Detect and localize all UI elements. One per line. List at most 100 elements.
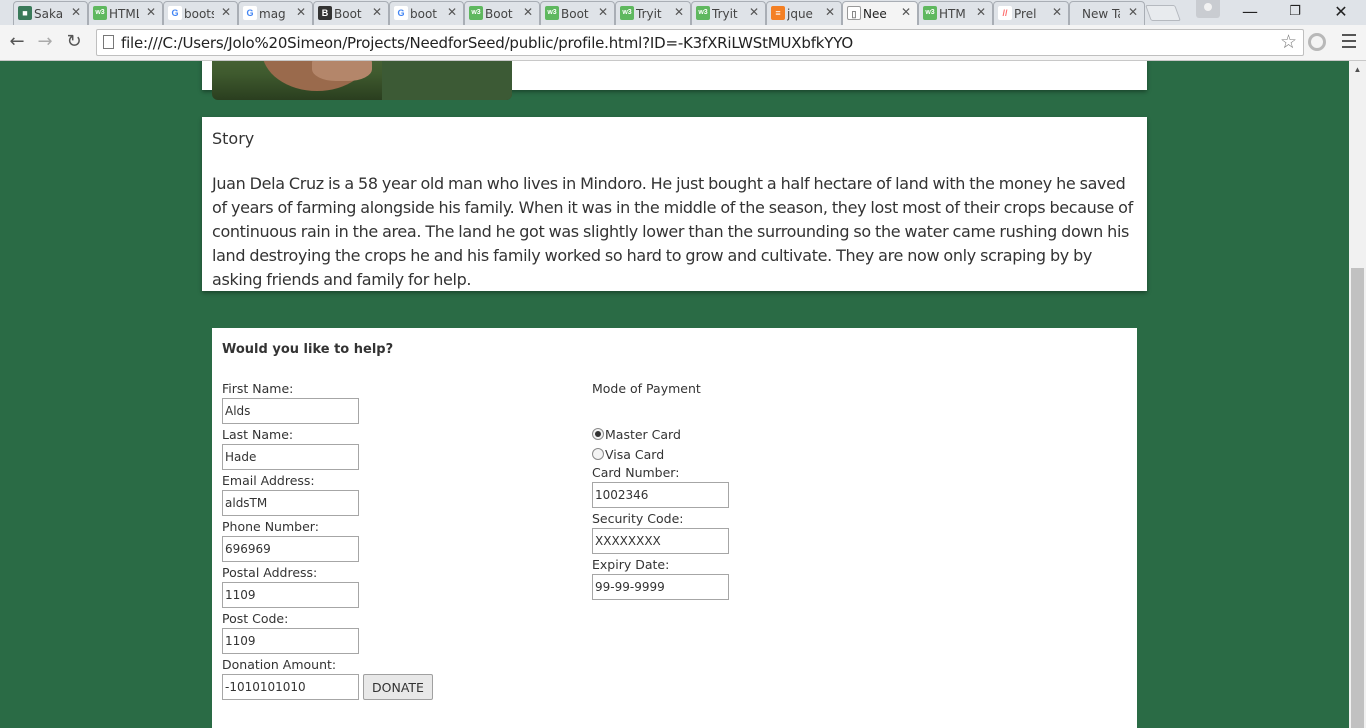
visa-option[interactable]: Visa Card — [592, 444, 892, 464]
mastercard-radio[interactable] — [592, 428, 604, 440]
close-tab-icon[interactable]: ✕ — [523, 5, 533, 19]
restore-button[interactable]: ❐ — [1272, 4, 1318, 19]
google-icon: G — [168, 6, 182, 20]
browser-tab[interactable]: G boots ✕ — [163, 1, 238, 25]
address-bar[interactable]: file:///C:/Users/Jolo%20Simeon/Projects/… — [96, 29, 1304, 56]
expiry-date-label: Expiry Date: — [592, 557, 670, 572]
browser-tab[interactable]: G mag ✕ — [238, 1, 313, 25]
close-tab-icon[interactable]: ✕ — [71, 5, 81, 19]
close-tab-icon[interactable]: ✕ — [749, 5, 759, 19]
address-url[interactable]: file:///C:/Users/Jolo%20Simeon/Projects/… — [121, 34, 853, 52]
visa-label: Visa Card — [605, 446, 665, 462]
browser-tab[interactable]: w3 Boot ✕ — [540, 1, 615, 25]
close-window-button[interactable]: ✕ — [1318, 2, 1364, 21]
browser-tab[interactable]: ■ Saka ✕ — [13, 1, 88, 25]
browser-tab[interactable]: w3 HTM ✕ — [918, 1, 993, 25]
close-tab-icon[interactable]: ✕ — [1128, 5, 1138, 19]
donation-amount-field[interactable] — [222, 674, 359, 700]
security-code-field[interactable] — [592, 528, 729, 554]
page-icon — [103, 35, 114, 49]
tab-label: Boot — [334, 6, 362, 21]
post-code-label: Post Code: — [222, 611, 289, 626]
browser-tab[interactable]: B Boot ✕ — [313, 1, 389, 25]
visa-radio[interactable] — [592, 448, 604, 460]
close-tab-icon[interactable]: ✕ — [825, 5, 835, 19]
payment-column: Mode of Payment Master Card Visa Card Ca… — [592, 382, 892, 604]
mastercard-label: Master Card — [605, 426, 681, 442]
browser-tab[interactable]: w3 Tryit ✕ — [615, 1, 691, 25]
photo-shirt — [382, 61, 512, 100]
browser-tab-active[interactable]: ▯ Nee ✕ — [842, 1, 918, 25]
card-number-field[interactable] — [592, 482, 729, 508]
browser-tab[interactable]: New Ta ✕ — [1069, 1, 1145, 25]
close-tab-icon[interactable]: ✕ — [1052, 5, 1062, 19]
scroll-thumb[interactable] — [1351, 268, 1364, 728]
tab-favicon-icon: ■ — [18, 6, 32, 20]
expiry-date-field[interactable] — [592, 574, 729, 600]
profile-icon[interactable] — [1196, 0, 1220, 18]
profile-photo — [212, 61, 512, 100]
forward-button[interactable]: → — [34, 31, 56, 53]
close-tab-icon[interactable]: ✕ — [976, 5, 986, 19]
tab-label: Tryit — [712, 6, 738, 21]
postal-address-label: Postal Address: — [222, 565, 318, 580]
tab-label: Nee — [863, 6, 887, 21]
first-name-field[interactable] — [222, 398, 359, 424]
minimize-button[interactable]: — — [1227, 2, 1273, 21]
browser-tab[interactable]: w3 Tryit ✕ — [691, 1, 766, 25]
vertical-scrollbar[interactable]: ▲ — [1349, 61, 1366, 728]
page-viewport: Story Juan Dela Cruz is a 58 year old ma… — [0, 61, 1349, 728]
tab-favicon-icon: w3 — [620, 6, 634, 20]
story-text: Juan Dela Cruz is a 58 year old man who … — [212, 174, 1133, 289]
email-field[interactable] — [222, 490, 359, 516]
tab-label: HTM — [939, 6, 966, 21]
tab-label: New Ta — [1082, 6, 1120, 21]
email-label: Email Address: — [222, 473, 315, 488]
browser-tab[interactable]: ≡ jque ✕ — [766, 1, 842, 25]
close-tab-icon[interactable]: ✕ — [221, 5, 231, 19]
postal-address-field[interactable] — [222, 582, 359, 608]
form-title: Would you like to help? — [222, 342, 394, 357]
close-tab-icon[interactable]: ✕ — [296, 5, 306, 19]
tab-label: boots — [184, 6, 214, 21]
close-tab-icon[interactable]: ✕ — [372, 5, 382, 19]
story-card: Story Juan Dela Cruz is a 58 year old ma… — [202, 117, 1147, 291]
payment-title: Mode of Payment — [592, 381, 701, 396]
extension-icon[interactable] — [1308, 33, 1326, 51]
phone-field[interactable] — [222, 536, 359, 562]
donate-button[interactable]: DONATE — [363, 674, 433, 700]
browser-toolbar: ← → ↻ file:///C:/Users/Jolo%20Simeon/Pro… — [0, 25, 1366, 61]
google-icon: G — [394, 6, 408, 20]
close-tab-icon[interactable]: ✕ — [901, 5, 911, 19]
browser-tab[interactable]: w3 HTML ✕ — [88, 1, 163, 25]
tab-label: Tryit — [636, 6, 662, 21]
close-tab-icon[interactable]: ✕ — [146, 5, 156, 19]
last-name-field[interactable] — [222, 444, 359, 470]
tab-label: Boot — [561, 6, 589, 21]
close-tab-icon[interactable]: ✕ — [674, 5, 684, 19]
close-tab-icon[interactable]: ✕ — [598, 5, 608, 19]
tab-label: Saka — [34, 6, 64, 21]
donation-row: DONATE — [222, 674, 482, 700]
bookmark-star-icon[interactable]: ☆ — [1280, 31, 1297, 53]
post-code-field[interactable] — [222, 628, 359, 654]
tab-label: Prel — [1014, 6, 1037, 21]
tab-favicon-icon: w3 — [696, 6, 710, 20]
prelude-icon: // — [998, 6, 1012, 20]
google-icon: G — [243, 6, 257, 20]
new-tab-button[interactable] — [1145, 5, 1181, 21]
mastercard-option[interactable]: Master Card — [592, 424, 892, 444]
browser-tab[interactable]: // Prel ✕ — [993, 1, 1069, 25]
last-name-label: Last Name: — [222, 427, 294, 442]
browser-tab[interactable]: G boot ✕ — [389, 1, 464, 25]
stackoverflow-icon: ≡ — [771, 6, 785, 20]
scroll-up-arrow-icon[interactable]: ▲ — [1349, 61, 1366, 78]
tab-label: HTML — [109, 6, 139, 21]
reload-button[interactable]: ↻ — [63, 31, 85, 53]
back-button[interactable]: ← — [6, 31, 28, 53]
close-tab-icon[interactable]: ✕ — [447, 5, 457, 19]
tab-favicon-icon: w3 — [93, 6, 107, 20]
browser-tab[interactable]: w3 Boot ✕ — [464, 1, 540, 25]
tab-favicon-icon: w3 — [545, 6, 559, 20]
menu-icon[interactable] — [1342, 34, 1356, 52]
